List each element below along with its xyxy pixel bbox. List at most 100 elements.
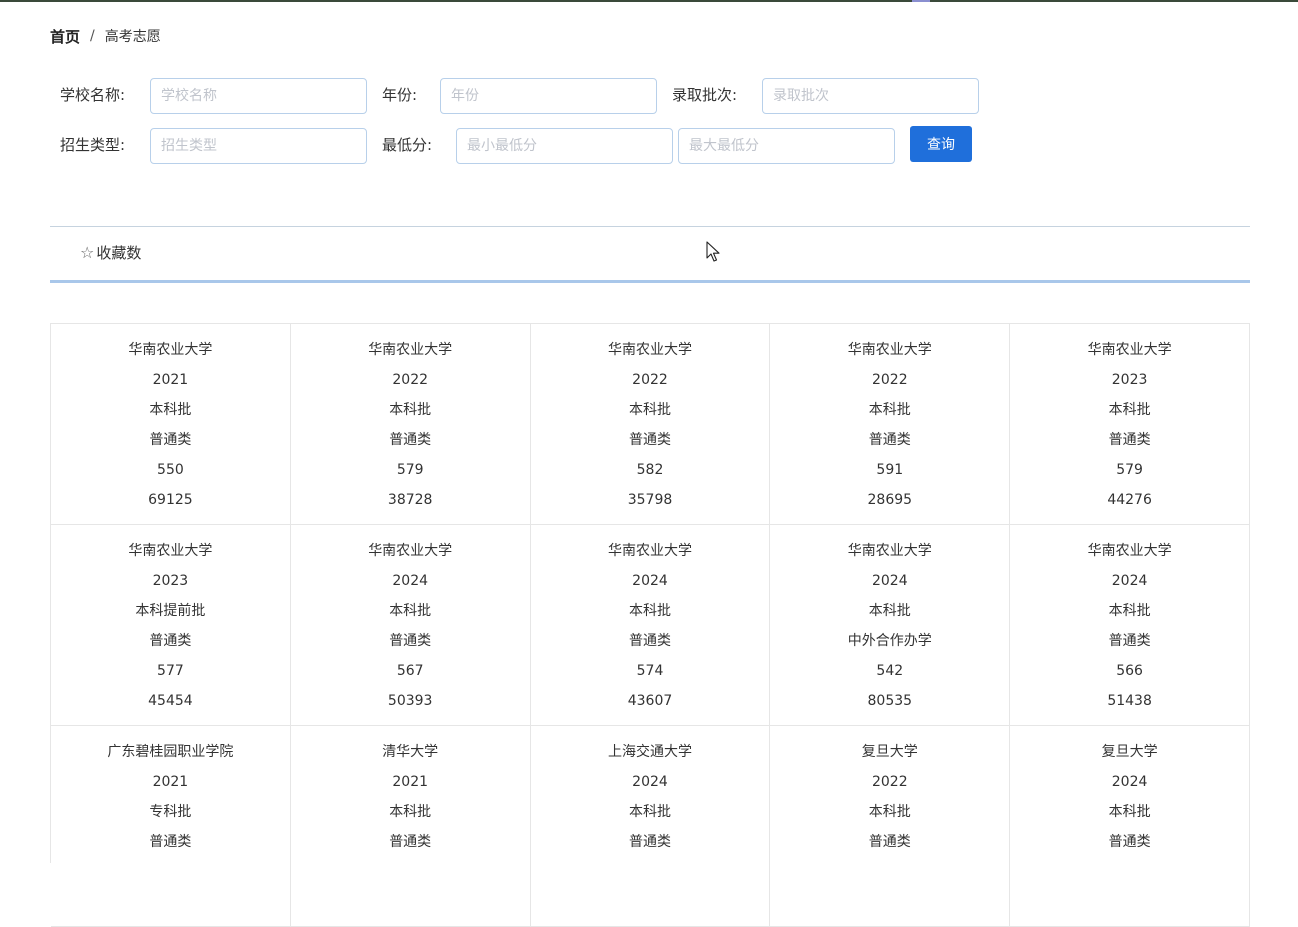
result-card[interactable]: 广东碧桂园职业学院 2021 专科批普通类 bbox=[51, 726, 291, 927]
card-min-score: 574 bbox=[636, 663, 664, 679]
card-school-name: 复旦大学 bbox=[1101, 744, 1158, 760]
card-admission-year: 2023 bbox=[1111, 372, 1148, 388]
result-card[interactable]: 华南农业大学 2024 本科批 普通类 574 43607 bbox=[530, 525, 771, 726]
card-school-name: 复旦大学 bbox=[861, 744, 918, 760]
min-score-to-input[interactable] bbox=[678, 128, 895, 164]
card-admission-batch: 本科批 bbox=[389, 402, 432, 418]
card-admission-year: 2023 bbox=[152, 573, 189, 589]
top-border bbox=[0, 0, 1298, 2]
card-enroll-type: 普通类 bbox=[628, 633, 671, 649]
result-card[interactable]: 复旦大学 2022 本科批 普通类 bbox=[770, 726, 1011, 927]
card-school-name: 广东碧桂园职业学院 bbox=[107, 744, 234, 760]
card-admission-batch: 本科提前批 bbox=[135, 603, 206, 619]
card-admission-year: 2021 bbox=[392, 774, 429, 790]
card-min-rank: 28695 bbox=[867, 492, 913, 508]
card-enroll-type: 普通类 bbox=[1108, 432, 1151, 448]
min-score-from-input[interactable] bbox=[456, 128, 673, 164]
tab-underline bbox=[50, 280, 1250, 283]
card-admission-batch: 本科批 bbox=[868, 804, 911, 820]
year-input[interactable] bbox=[440, 78, 657, 114]
school-name-input[interactable] bbox=[150, 78, 367, 114]
result-card[interactable]: 华南农业大学 2024 本科批 普通类 567 50393 bbox=[290, 525, 531, 726]
card-enroll-type: 普通类 bbox=[389, 633, 432, 649]
card-min-rank: 43607 bbox=[627, 693, 673, 709]
card-admission-year: 2022 bbox=[871, 774, 908, 790]
card-admission-batch: 本科批 bbox=[628, 603, 671, 619]
top-border-marker bbox=[912, 0, 930, 2]
card-min-score: 542 bbox=[876, 663, 904, 679]
card-admission-year: 2024 bbox=[392, 573, 429, 589]
card-enroll-type: 普通类 bbox=[149, 633, 192, 649]
card-admission-batch: 本科批 bbox=[628, 402, 671, 418]
card-min-rank: 44276 bbox=[1107, 492, 1152, 508]
result-card[interactable]: 华南农业大学 2024 本科批 普通类 566 51438 bbox=[1010, 525, 1250, 726]
card-min-score: 582 bbox=[636, 462, 664, 478]
card-school-name: 华南农业大学 bbox=[368, 342, 453, 358]
card-min-score: 579 bbox=[1116, 462, 1143, 478]
card-admission-year: 2022 bbox=[871, 372, 908, 388]
school-name-label: 学校名称: bbox=[60, 86, 126, 104]
card-min-rank: 69125 bbox=[148, 492, 193, 508]
card-admission-batch: 本科批 bbox=[1108, 804, 1151, 820]
card-school-name: 清华大学 bbox=[382, 744, 439, 760]
card-min-rank: 80535 bbox=[867, 693, 913, 709]
card-admission-year: 2024 bbox=[1111, 573, 1148, 589]
card-school-name: 华南农业大学 bbox=[1087, 342, 1172, 358]
card-admission-year: 2021 bbox=[152, 774, 189, 790]
sort-tab-bar: ☆ 收藏数 bbox=[50, 226, 1250, 283]
tab-favorites-count[interactable]: ☆ 收藏数 bbox=[80, 242, 141, 263]
card-admission-year: 2024 bbox=[871, 573, 908, 589]
result-card[interactable]: 华南农业大学 2022 本科批 普通类 582 35798 bbox=[530, 324, 771, 525]
card-min-rank: 50393 bbox=[387, 693, 433, 709]
result-card[interactable]: 清华大学 2021 本科批 普通类 bbox=[290, 726, 531, 927]
card-min-score: 591 bbox=[876, 462, 904, 478]
card-admission-year: 2024 bbox=[632, 573, 668, 589]
batch-label: 录取批次: bbox=[672, 86, 738, 104]
card-enroll-type: 普通类 bbox=[628, 432, 671, 448]
result-card[interactable]: 华南农业大学 2022 本科批普通类 591 28695 bbox=[770, 324, 1011, 525]
card-admission-year: 2022 bbox=[632, 372, 668, 388]
card-min-rank: 51438 bbox=[1107, 693, 1152, 709]
card-admission-batch: 本科批 bbox=[868, 603, 911, 619]
result-card[interactable]: 华南农业大学 2022 本科批普通类 579 38728 bbox=[290, 324, 531, 525]
card-school-name: 华南农业大学 bbox=[1087, 543, 1172, 559]
card-admission-batch: 本科批 bbox=[389, 603, 432, 619]
min-score-label: 最低分: bbox=[382, 136, 433, 154]
card-enroll-type: 普通类 bbox=[1108, 633, 1151, 649]
card-admission-batch: 本科批 bbox=[868, 402, 911, 418]
card-min-rank: 45454 bbox=[148, 693, 193, 709]
card-school-name: 华南农业大学 bbox=[128, 543, 213, 559]
card-admission-year: 2022 bbox=[392, 372, 429, 388]
result-card[interactable]: 华南农业大学 2023 本科提前批 普通类 577 45454 bbox=[51, 525, 291, 726]
card-min-score: 579 bbox=[396, 462, 424, 478]
year-label: 年份: bbox=[382, 86, 418, 104]
card-school-name: 华南农业大学 bbox=[847, 342, 932, 358]
card-school-name: 华南农业大学 bbox=[607, 342, 692, 358]
breadcrumb-separator: / bbox=[90, 28, 95, 44]
card-min-score: 550 bbox=[157, 462, 184, 478]
card-admission-batch: 本科批 bbox=[1108, 402, 1151, 418]
card-min-rank: 38728 bbox=[387, 492, 433, 508]
card-enroll-type: 普通类 bbox=[149, 834, 192, 850]
card-enroll-type: 普通类 bbox=[628, 834, 671, 850]
batch-input[interactable] bbox=[762, 78, 979, 114]
result-card[interactable]: 上海交通大学 2024 本科批 普通类 bbox=[530, 726, 771, 927]
breadcrumb-home-link[interactable]: 首页 bbox=[50, 26, 80, 47]
card-enroll-type: 普通类 bbox=[389, 834, 432, 850]
card-enroll-type: 普通类 bbox=[868, 432, 911, 448]
result-card[interactable]: 华南农业大学 2023 本科批普通类 579 44276 bbox=[1010, 324, 1250, 525]
card-enroll-type: 中外合作办学 bbox=[847, 633, 932, 649]
card-min-score: 566 bbox=[1116, 663, 1143, 679]
breadcrumb-current: 高考志愿 bbox=[104, 29, 161, 45]
card-admission-batch: 专科批 bbox=[149, 804, 192, 820]
card-enroll-type: 普通类 bbox=[1108, 834, 1151, 850]
query-button[interactable]: 查询 bbox=[910, 126, 972, 162]
result-card[interactable]: 华南农业大学 2024 本科批 中外合作办学 542 80535 bbox=[770, 525, 1011, 726]
card-admission-batch: 本科批 bbox=[628, 804, 671, 820]
breadcrumb: 首页 / 高考志愿 bbox=[50, 26, 161, 46]
result-card[interactable]: 华南农业大学 2021 本科批 普通类 550 69125 bbox=[51, 324, 291, 525]
enroll-type-input[interactable] bbox=[150, 128, 367, 164]
card-enroll-type: 普通类 bbox=[389, 432, 432, 448]
results-grid: 华南农业大学 2021 本科批 普通类 550 69125 华南农业大学 2022 本科批 普通类… bbox=[50, 323, 1250, 927]
result-card[interactable]: 复旦大学 2024 本科批 普通类 bbox=[1010, 726, 1250, 927]
